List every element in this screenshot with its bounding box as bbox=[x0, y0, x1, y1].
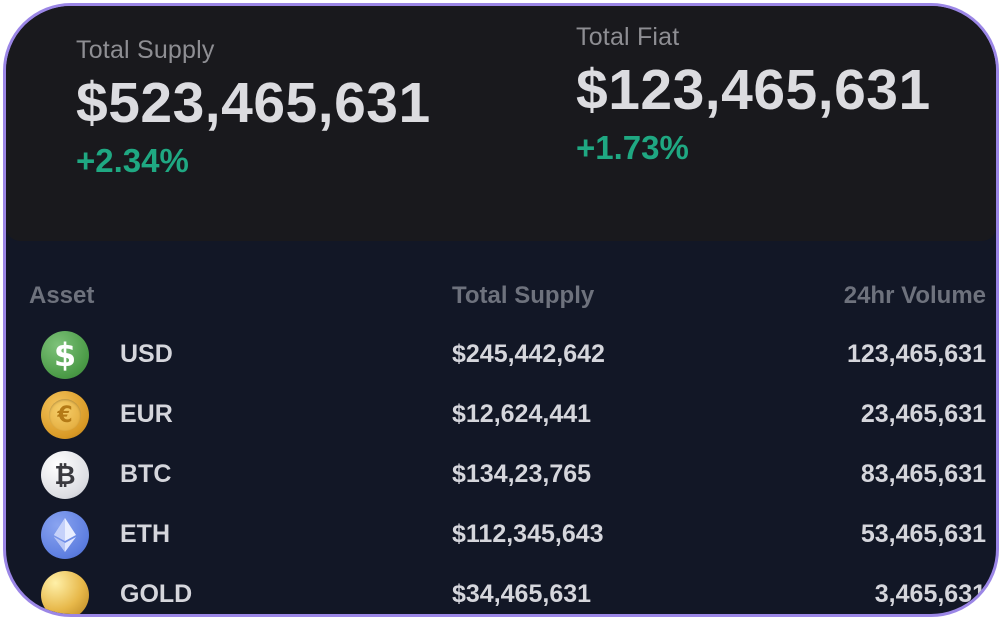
summary-panel: Total Supply $523,465,631 +2.34% Total F… bbox=[6, 6, 996, 241]
table-row[interactable]: $ USD $245,442,642 123,465,631 bbox=[6, 325, 996, 385]
dashboard-frame: Total Supply $523,465,631 +2.34% Total F… bbox=[3, 3, 999, 617]
asset-total-supply: $112,345,643 bbox=[452, 520, 604, 548]
asset-symbol: GOLD bbox=[120, 580, 193, 608]
asset-24hr-volume: 3,465,631 bbox=[874, 580, 986, 608]
asset-total-supply: $12,624,441 bbox=[452, 400, 592, 428]
asset-table-header: Asset Total Supply 24hr Volume bbox=[6, 282, 996, 314]
total-fiat-stat: Total Fiat $123,465,631 +1.73% bbox=[576, 23, 931, 164]
btc-bitcoin-icon: ₿ bbox=[41, 451, 89, 499]
column-header-total-supply[interactable]: Total Supply bbox=[452, 282, 594, 310]
column-header-24hr-volume[interactable]: 24hr Volume bbox=[844, 282, 986, 310]
column-header-asset[interactable]: Asset bbox=[29, 282, 94, 310]
total-supply-value: $523,465,631 bbox=[76, 71, 431, 135]
asset-symbol: BTC bbox=[120, 460, 172, 488]
eur-euro-icon: € bbox=[41, 391, 89, 439]
asset-symbol: EUR bbox=[120, 400, 173, 428]
asset-total-supply: $245,442,642 bbox=[452, 340, 605, 368]
total-supply-stat: Total Supply $523,465,631 +2.34% bbox=[76, 36, 431, 177]
asset-total-supply: $134,23,765 bbox=[452, 460, 592, 488]
usd-dollar-icon: $ bbox=[41, 331, 89, 379]
total-fiat-value: $123,465,631 bbox=[576, 58, 931, 122]
asset-24hr-volume: 123,465,631 bbox=[846, 340, 986, 368]
eth-ethereum-icon bbox=[41, 511, 89, 559]
asset-24hr-volume: 53,465,631 bbox=[860, 520, 986, 548]
asset-symbol: ETH bbox=[120, 520, 170, 548]
asset-total-supply: $34,465,631 bbox=[452, 580, 592, 608]
asset-24hr-volume: 83,465,631 bbox=[860, 460, 986, 488]
asset-24hr-volume: 23,465,631 bbox=[860, 400, 986, 428]
total-fiat-label: Total Fiat bbox=[576, 23, 680, 51]
table-row[interactable]: GOLD $34,465,631 3,465,631 bbox=[6, 565, 996, 614]
asset-symbol: USD bbox=[120, 340, 173, 368]
table-row[interactable]: € EUR $12,624,441 23,465,631 bbox=[6, 385, 996, 445]
total-supply-change: +2.34% bbox=[76, 142, 189, 179]
total-fiat-change: +1.73% bbox=[576, 129, 689, 166]
gold-coin-icon bbox=[41, 571, 89, 614]
total-supply-label: Total Supply bbox=[76, 36, 215, 64]
table-row[interactable]: ETH $112,345,643 53,465,631 bbox=[6, 505, 996, 565]
table-row[interactable]: ₿ BTC $134,23,765 83,465,631 bbox=[6, 445, 996, 505]
